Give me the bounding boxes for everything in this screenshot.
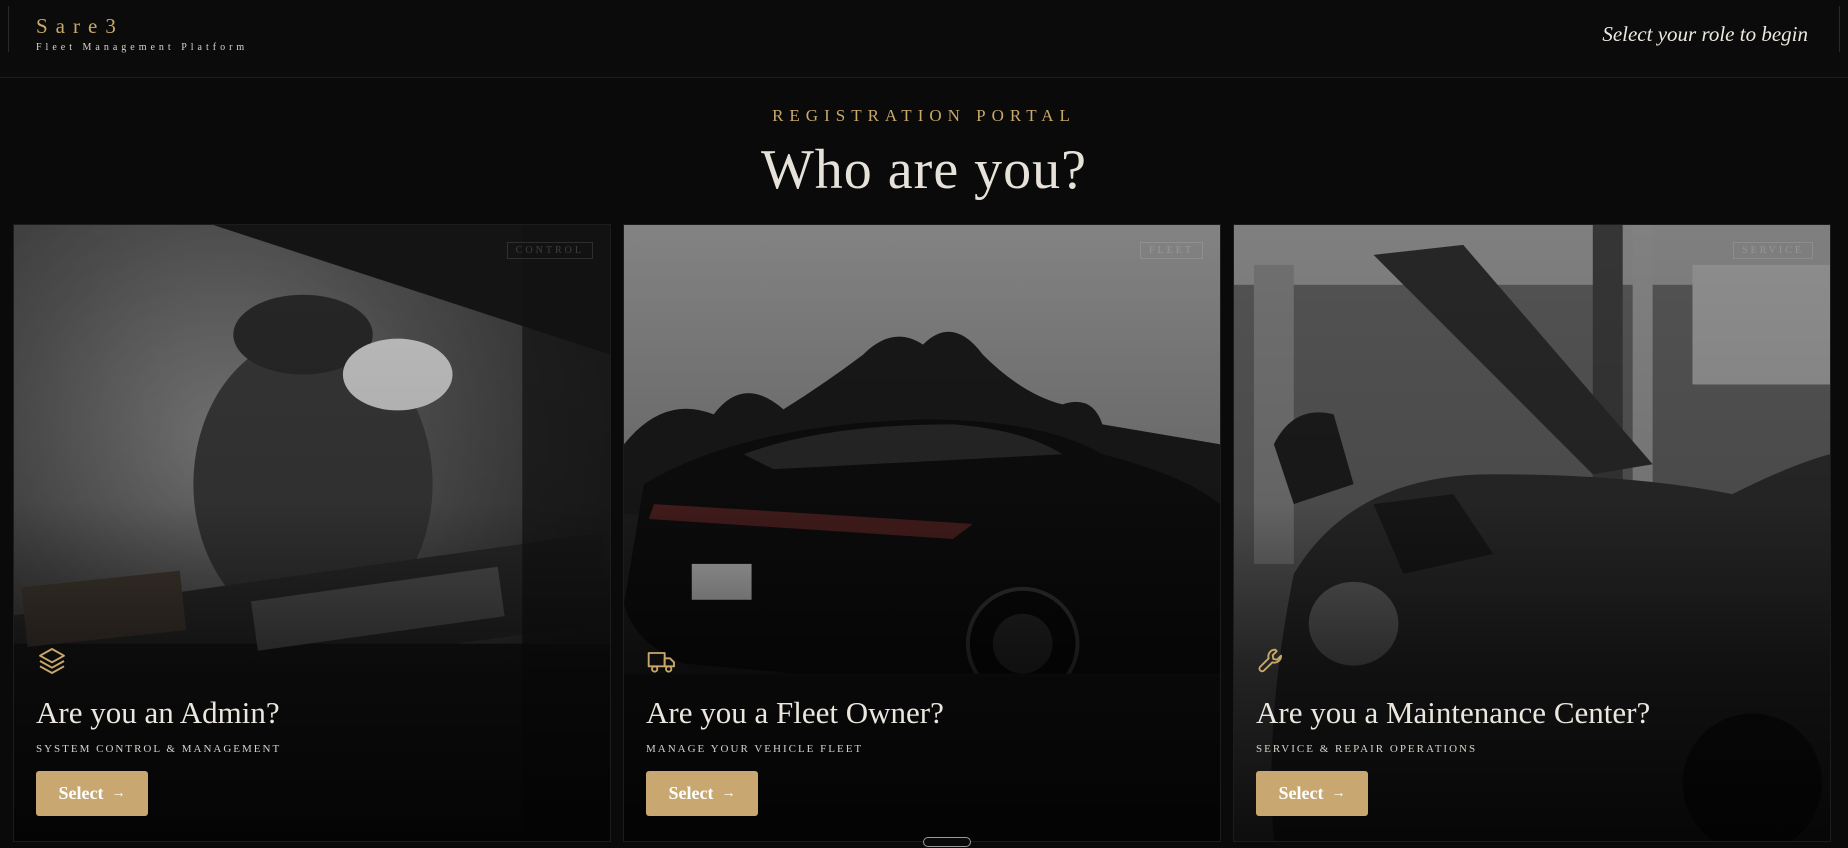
scroll-indicator[interactable]: [923, 837, 971, 847]
arrow-right-icon: →: [111, 785, 126, 801]
card-tag: CONTROL: [506, 242, 593, 259]
hero-eyebrow: REGISTRATION PORTAL: [772, 106, 1076, 125]
top-header: Sare3 Fleet Management Platform Select y…: [0, 0, 1848, 78]
select-button-label: Select: [668, 783, 714, 803]
brand-subtitle: Fleet Management Platform: [36, 42, 249, 53]
card-tag: SERVICE: [1733, 242, 1813, 259]
role-card-admin[interactable]: CONTROL Are you an Admin? SYSTEM CONTROL…: [13, 224, 611, 842]
arrow-right-icon: →: [1331, 785, 1346, 801]
card-subtitle: SERVICE & REPAIR OPERATIONS: [1256, 743, 1478, 755]
header-hint: Select your role to begin: [1602, 22, 1808, 46]
select-button-label: Select: [1278, 783, 1324, 803]
truck-icon: [646, 645, 678, 677]
wrench-icon: [1256, 645, 1288, 677]
card-title: Are you an Admin?: [36, 695, 280, 730]
select-button-label: Select: [58, 783, 104, 803]
brand-logo[interactable]: Sare3: [36, 14, 124, 39]
role-cards: CONTROL Are you an Admin? SYSTEM CONTROL…: [13, 224, 1831, 842]
page-title: Who are you?: [760, 139, 1088, 201]
card-tag: FLEET: [1140, 242, 1203, 259]
arrow-right-icon: →: [721, 785, 736, 801]
role-card-fleet-owner[interactable]: FLEET Are you a Fleet Owner? MANAGE YOUR…: [623, 224, 1221, 842]
card-subtitle: SYSTEM CONTROL & MANAGEMENT: [36, 743, 282, 755]
header-corner-line: [8, 6, 9, 52]
card-title: Are you a Maintenance Center?: [1256, 695, 1651, 730]
select-admin-button[interactable]: Select →: [36, 771, 148, 816]
role-card-maintenance-center[interactable]: SERVICE Are you a Maintenance Center? SE…: [1233, 224, 1831, 842]
card-subtitle: MANAGE YOUR VEHICLE FLEET: [646, 743, 864, 755]
layers-icon: [36, 645, 68, 677]
header-corner-line: [1839, 6, 1840, 52]
select-maintenance-center-button[interactable]: Select →: [1256, 771, 1368, 816]
select-fleet-owner-button[interactable]: Select →: [646, 771, 758, 816]
card-title: Are you a Fleet Owner?: [646, 695, 944, 730]
